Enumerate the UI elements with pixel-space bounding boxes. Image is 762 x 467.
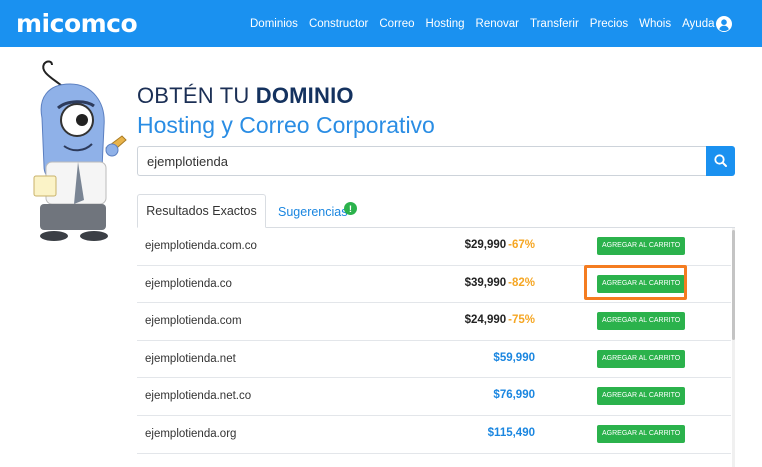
user-circle-icon[interactable]	[716, 16, 732, 32]
domain-name: ejemplotienda.co	[145, 277, 232, 290]
mascot-illustration	[33, 60, 127, 241]
main-nav: Dominios Constructor Correo Hosting Reno…	[250, 0, 726, 47]
results-list: ejemplotienda.com.co $29,990 -67% AGREGAR…	[137, 228, 731, 454]
title-bold: DOMINIO	[255, 83, 354, 108]
discount-badge: -82%	[508, 276, 535, 289]
add-to-cart-button[interactable]: AGREGAR AL CARRITO	[597, 387, 686, 406]
domain-price: $39,990 -82%	[464, 276, 535, 289]
domain-price: $115,490	[487, 426, 535, 439]
nav-ayuda[interactable]: Ayuda	[682, 18, 714, 30]
nav-constructor[interactable]: Constructor	[309, 18, 368, 30]
discount-badge: -67%	[508, 239, 535, 251]
domain-name: ejemplotienda.net	[145, 352, 236, 365]
search-button[interactable]	[706, 146, 735, 176]
page-subtitle: Hosting y Correo Corporativo	[137, 112, 435, 138]
table-row: ejemplotienda.com $24,990 -75% AGREGAR AL…	[137, 303, 731, 341]
nav-precios[interactable]: Precios	[590, 18, 628, 30]
nav-whois[interactable]: Whois	[639, 18, 671, 30]
page-title: OBTÉN TU DOMINIO	[137, 83, 354, 109]
alert-badge-icon: !	[344, 202, 357, 215]
search-icon	[714, 154, 727, 167]
table-row: ejemplotienda.org $115,490 AGREGAR AL CA…	[137, 416, 731, 454]
discount-badge: -75%	[508, 314, 535, 327]
add-to-cart-button[interactable]: AGREGAR AL CARRITO	[597, 274, 686, 293]
domain-price: $24,990 -75%	[464, 314, 535, 327]
domain-price: $59,990	[493, 351, 535, 364]
nav-transferir[interactable]: Transferir	[530, 18, 579, 30]
add-to-cart-button[interactable]: AGREGAR AL CARRITO	[597, 237, 686, 255]
table-row: ejemplotienda.net $59,990 AGREGAR AL CAR…	[137, 341, 731, 379]
nav-correo[interactable]: Correo	[379, 18, 414, 30]
domain-search-input[interactable]	[137, 146, 706, 176]
add-to-cart-button[interactable]: AGREGAR AL CARRITO	[597, 312, 686, 331]
nav-renovar[interactable]: Renovar	[476, 18, 519, 30]
nav-hosting[interactable]: Hosting	[426, 18, 465, 30]
table-row: ejemplotienda.net.co $76,990 AGREGAR AL …	[137, 378, 731, 416]
nav-dominios[interactable]: Dominios	[250, 18, 298, 30]
site-logo[interactable]: micomco	[16, 9, 138, 38]
scrollbar-thumb[interactable]	[732, 230, 735, 340]
domain-name: ejemplotienda.com	[145, 315, 242, 328]
domain-name: ejemplotienda.com.co	[145, 240, 257, 252]
tab-resultados-exactos[interactable]: Resultados Exactos	[137, 194, 266, 228]
table-row: ejemplotienda.com.co $29,990 -67% AGREGAR…	[137, 228, 731, 266]
domain-price: $76,990	[493, 389, 535, 402]
tab-sugerencias[interactable]: Sugerencias	[278, 205, 348, 219]
add-to-cart-button[interactable]: AGREGAR AL CARRITO	[597, 424, 686, 443]
add-to-cart-button[interactable]: AGREGAR AL CARRITO	[597, 349, 686, 368]
title-prefix: OBTÉN TU	[137, 83, 256, 108]
domain-price: $29,990 -67%	[464, 239, 535, 251]
domain-name: ejemplotienda.net.co	[145, 390, 252, 403]
table-row: ejemplotienda.co $39,990 -82% AGREGAR AL …	[137, 266, 731, 304]
top-navbar: micomco Dominios Constructor Correo Host…	[0, 0, 762, 47]
domain-name: ejemplotienda.org	[145, 427, 237, 440]
svg-text:!: !	[349, 204, 352, 215]
